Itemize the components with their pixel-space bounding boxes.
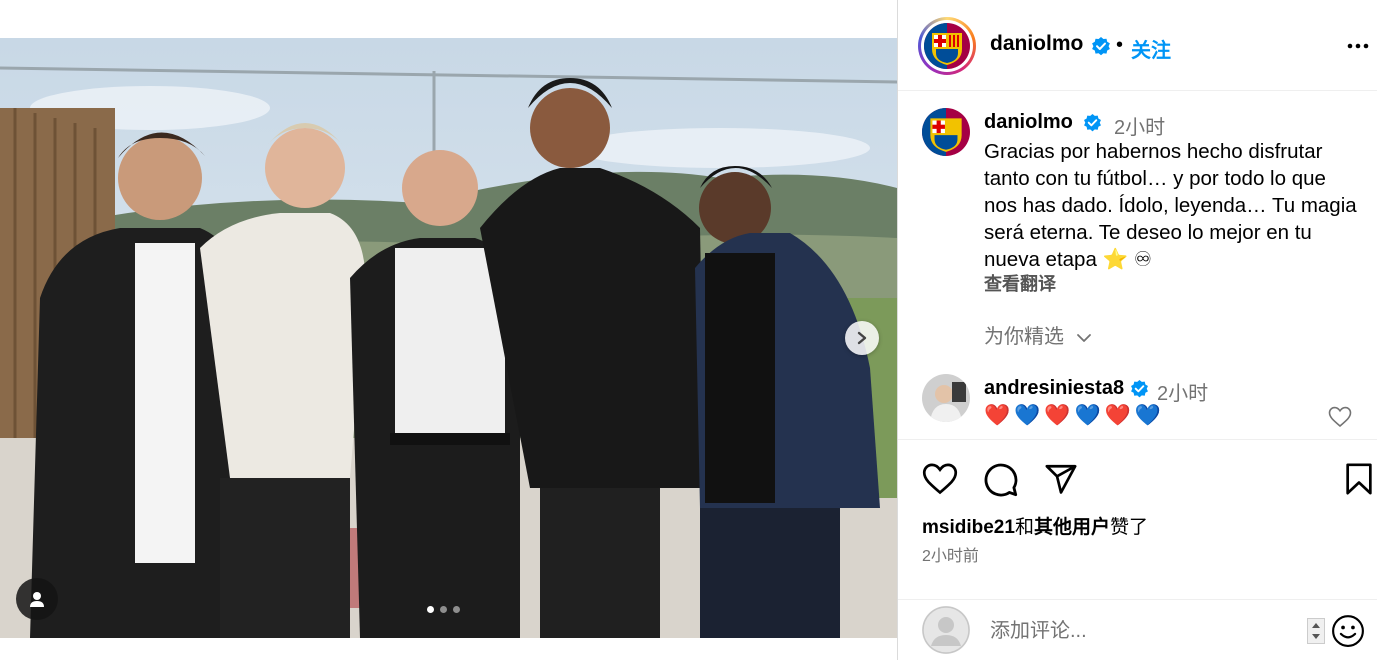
heart-icon[interactable] (1328, 406, 1352, 428)
stepper-arrows-icon (1312, 623, 1320, 639)
carousel-next-button[interactable] (845, 321, 879, 355)
add-comment-bar (898, 599, 1377, 660)
share-icon[interactable] (1044, 462, 1078, 496)
commenter-avatar-image (922, 374, 970, 422)
post-header: daniolmo • 关注 (898, 0, 1377, 91)
other-likers-link[interactable]: 其他用户 (1034, 517, 1110, 538)
comment-text: ❤️💙❤️💙❤️💙 (984, 404, 1165, 427)
bookmark-icon[interactable] (1344, 462, 1374, 496)
team-crest-avatar-image (922, 108, 970, 156)
author-avatar[interactable] (918, 17, 976, 75)
post-timestamp[interactable]: 2小时前 (922, 542, 979, 566)
user-tags-button[interactable] (16, 578, 58, 620)
commenter-avatar[interactable] (922, 374, 970, 422)
comment-icon[interactable] (983, 462, 1019, 498)
for-you-dropdown[interactable]: 为你精选 (984, 320, 1092, 349)
current-user-avatar (922, 606, 970, 654)
team-crest-avatar-image (924, 23, 970, 69)
emoji-icon[interactable] (1331, 614, 1365, 648)
caption-author-avatar[interactable] (922, 108, 970, 156)
separator-dot: • (1116, 34, 1124, 56)
carousel-dot-1 (427, 606, 434, 613)
default-avatar-icon (922, 606, 970, 654)
verified-badge-icon (1092, 37, 1110, 56)
action-bar: msidibe21和其他用户赞了 2小时前 (898, 439, 1377, 599)
verified-badge-icon (1131, 379, 1148, 398)
comment-item: andresiniesta8 2小时 ❤️💙❤️💙❤️💙 (922, 374, 1362, 432)
see-translation-link[interactable]: 查看翻译 (984, 270, 1056, 296)
chevron-down-icon (1076, 333, 1091, 342)
post-sidebar: daniolmo • 关注 daniolmo 2小时 Gracias por h… (897, 0, 1377, 660)
post-media (0, 0, 897, 660)
author-username[interactable]: daniolmo (990, 32, 1083, 56)
comment-timestamp[interactable]: 2小时 (1157, 377, 1208, 406)
heart-icon[interactable] (922, 462, 958, 496)
likes-suffix: 赞了 (1109, 517, 1148, 538)
caption-author-username[interactable]: daniolmo (984, 111, 1073, 134)
caption-timestamp[interactable]: 2小时 (1114, 111, 1165, 140)
for-you-label: 为你精选 (984, 326, 1064, 348)
user-tag-icon (30, 592, 44, 607)
carousel-indicator (427, 606, 460, 613)
resize-stepper[interactable] (1307, 618, 1325, 644)
carousel-dot-3 (453, 606, 460, 613)
commenter-username[interactable]: andresiniesta8 (984, 377, 1124, 400)
likes-summary: msidibe21和其他用户赞了 (922, 512, 1148, 539)
likes-connector: 和 (1014, 517, 1034, 538)
chevron-right-icon (857, 331, 867, 345)
carousel-dot-2 (440, 606, 447, 613)
caption-text: Gracias por habernos hecho disfrutar tan… (984, 140, 1357, 271)
more-horizontal-icon[interactable] (1346, 36, 1370, 56)
follow-button[interactable]: 关注 (1131, 34, 1171, 63)
comment-input[interactable] (990, 616, 1290, 646)
liker-username[interactable]: msidibe21 (922, 517, 1015, 538)
verified-badge-icon (1084, 113, 1101, 132)
post-photo[interactable] (0, 38, 897, 638)
